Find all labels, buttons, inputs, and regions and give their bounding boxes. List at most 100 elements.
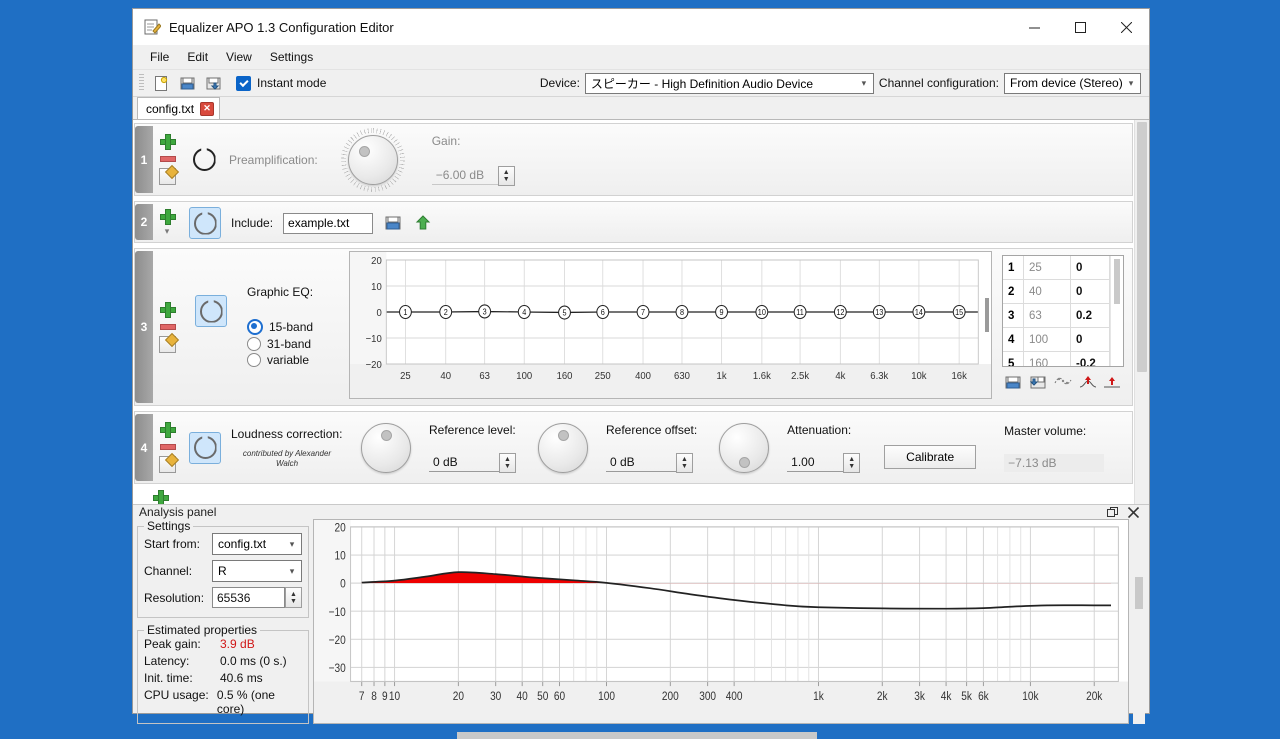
table-row[interactable]: 1 25 0 bbox=[1003, 256, 1111, 280]
close-icon[interactable] bbox=[1128, 506, 1139, 518]
radio-variable[interactable]: variable bbox=[247, 353, 309, 367]
add-filter-icon[interactable] bbox=[160, 208, 176, 225]
power-toggle[interactable] bbox=[195, 295, 227, 327]
minimize-button[interactable] bbox=[1011, 9, 1057, 45]
band-gain[interactable]: 0 bbox=[1070, 256, 1111, 280]
resolution-stepper[interactable]: ▲ ▼ bbox=[285, 587, 302, 608]
filter-list: 1 Preamplification: Gain: −6.00 dB ▲ ▼ 2… bbox=[133, 120, 1149, 504]
browse-file-icon[interactable] bbox=[383, 213, 403, 233]
close-button[interactable] bbox=[1103, 9, 1149, 45]
edit-filter-icon[interactable] bbox=[158, 168, 176, 185]
device-select[interactable]: スピーカー - High Definition Audio Device ▾ bbox=[584, 72, 874, 94]
filter-row-loudness-correction[interactable]: 4 Loudness correction: contributed by Al… bbox=[134, 411, 1133, 484]
svg-text:60: 60 bbox=[554, 690, 565, 703]
reference-offset-value[interactable]: 0 dB bbox=[606, 453, 676, 472]
add-filter-icon[interactable] bbox=[160, 134, 176, 150]
remove-filter-icon[interactable] bbox=[160, 319, 176, 333]
load-icon[interactable] bbox=[1004, 372, 1024, 392]
edit-filter-icon[interactable] bbox=[158, 335, 176, 353]
attenuation-knob[interactable] bbox=[719, 422, 770, 473]
svg-text:1.6k: 1.6k bbox=[753, 371, 772, 383]
analysis-chart[interactable]: 20 10 0 −10 −20 −30 7 8 9 10 20 30 40 50 60 100 200 300 40… bbox=[313, 519, 1129, 724]
new-file-icon[interactable] bbox=[150, 72, 172, 94]
instant-mode-toggle[interactable]: Instant mode bbox=[236, 75, 326, 91]
maximize-button[interactable] bbox=[1057, 9, 1103, 45]
channel-config-select[interactable]: From device (Stereo) ▾ bbox=[1004, 72, 1141, 94]
reference-offset-stepper[interactable]: ▲ ▼ bbox=[676, 452, 693, 473]
menu-item-edit[interactable]: Edit bbox=[178, 47, 217, 67]
band-frequency[interactable]: 25 bbox=[1023, 256, 1071, 280]
row-index: 3 bbox=[135, 251, 153, 403]
band-frequency[interactable]: 63 bbox=[1023, 303, 1071, 328]
power-toggle[interactable] bbox=[189, 207, 221, 239]
svg-text:400: 400 bbox=[726, 690, 743, 703]
reference-level-value[interactable]: 0 dB bbox=[429, 453, 499, 472]
svg-text:30: 30 bbox=[490, 690, 501, 703]
table-row[interactable]: 2 40 0 bbox=[1003, 279, 1111, 304]
go-up-icon[interactable] bbox=[413, 213, 433, 233]
table-scrollbar[interactable] bbox=[1110, 256, 1123, 366]
reference-level-stepper[interactable]: ▲ ▼ bbox=[499, 452, 516, 473]
graphic-eq-chart[interactable]: 20 10 0 −10 −20 25 40 63 100 160 250 400 630 1k 1.6k 2.… bbox=[349, 251, 992, 399]
analysis-chart-scrollbar[interactable] bbox=[1133, 519, 1145, 724]
radio-31-band[interactable]: 31-band bbox=[247, 337, 311, 351]
tab-close-icon[interactable]: ✕ bbox=[200, 101, 215, 116]
gain-value[interactable]: −6.00 dB bbox=[431, 166, 498, 185]
band-frequency[interactable]: 160 bbox=[1023, 351, 1071, 366]
filter-list-scrollbar[interactable] bbox=[1134, 120, 1149, 504]
radio-15-band[interactable]: 15-band bbox=[247, 319, 313, 335]
chevron-down-icon[interactable]: ▾ bbox=[160, 226, 174, 236]
add-filter-icon[interactable] bbox=[160, 301, 176, 318]
flatten-icon[interactable] bbox=[1102, 372, 1122, 392]
band-frequency[interactable]: 40 bbox=[1023, 279, 1071, 304]
resolution-value[interactable]: 65536 bbox=[212, 587, 285, 608]
power-toggle[interactable] bbox=[189, 145, 219, 175]
instant-mode-checkbox[interactable] bbox=[236, 75, 251, 91]
start-from-select[interactable]: config.txt ▾ bbox=[212, 533, 302, 555]
open-file-icon[interactable] bbox=[176, 72, 198, 94]
band-gain[interactable]: -0.2 bbox=[1070, 351, 1111, 366]
radio-label: variable bbox=[267, 353, 310, 367]
smooth-icon[interactable] bbox=[1053, 372, 1073, 392]
power-toggle[interactable] bbox=[189, 431, 221, 464]
band-frequency[interactable]: 100 bbox=[1023, 327, 1071, 352]
svg-text:0: 0 bbox=[376, 308, 382, 320]
menu-item-file[interactable]: File bbox=[141, 47, 178, 67]
include-file-input[interactable]: example.txt bbox=[283, 212, 374, 234]
table-row[interactable]: 5 160 -0.2 bbox=[1003, 351, 1111, 366]
preamplification-knob[interactable] bbox=[347, 134, 398, 185]
menu-item-settings[interactable]: Settings bbox=[261, 47, 322, 67]
tab-config-txt[interactable]: config.txt ✕ bbox=[137, 97, 221, 119]
toolbar-grip[interactable] bbox=[139, 74, 144, 92]
remove-filter-icon[interactable] bbox=[160, 439, 176, 453]
attenuation-value[interactable]: 1.00 bbox=[787, 453, 844, 472]
filter-row-graphic-eq[interactable]: 3 Graphic EQ: 15-band 31-band variable 2… bbox=[134, 248, 1133, 406]
svg-text:1k: 1k bbox=[717, 371, 728, 383]
add-filter-icon[interactable] bbox=[153, 490, 169, 504]
float-icon[interactable] bbox=[1107, 506, 1118, 518]
window-controls bbox=[1011, 9, 1149, 45]
filter-row-include[interactable]: 2 ▾ Include: example.txt bbox=[134, 201, 1133, 243]
save-icon[interactable] bbox=[1029, 372, 1049, 392]
gain-stepper[interactable]: ▲ ▼ bbox=[497, 165, 515, 186]
edit-filter-icon[interactable] bbox=[158, 456, 176, 473]
save-file-icon[interactable] bbox=[202, 72, 224, 94]
eq-chart-scroll-thumb[interactable] bbox=[985, 298, 989, 332]
reference-level-knob[interactable] bbox=[361, 422, 411, 473]
band-gain[interactable]: 0 bbox=[1070, 327, 1111, 352]
remove-filter-icon[interactable] bbox=[160, 151, 176, 165]
table-row[interactable]: 3 63 0.2 bbox=[1003, 303, 1111, 328]
filter-row-preamplification[interactable]: 1 Preamplification: Gain: −6.00 dB ▲ ▼ bbox=[134, 123, 1133, 196]
menu-item-view[interactable]: View bbox=[217, 47, 261, 67]
calibrate-button[interactable]: Calibrate bbox=[884, 444, 977, 469]
attenuation-stepper[interactable]: ▲ ▼ bbox=[843, 452, 861, 473]
band-gain[interactable]: 0 bbox=[1070, 279, 1111, 304]
add-filter-icon[interactable] bbox=[160, 422, 176, 438]
normalize-icon[interactable] bbox=[1078, 372, 1098, 392]
band-gain[interactable]: 0.2 bbox=[1070, 303, 1111, 328]
reference-offset-knob[interactable] bbox=[538, 422, 588, 473]
table-row[interactable]: 4 100 0 bbox=[1003, 327, 1111, 352]
channel-select[interactable]: R ▾ bbox=[212, 560, 302, 582]
add-filter-row[interactable] bbox=[133, 490, 1134, 504]
graphic-eq-table[interactable]: 1 25 0 2 40 0 3 63 0.2 4 100 0 5 160 -0.2 bbox=[1002, 255, 1124, 367]
